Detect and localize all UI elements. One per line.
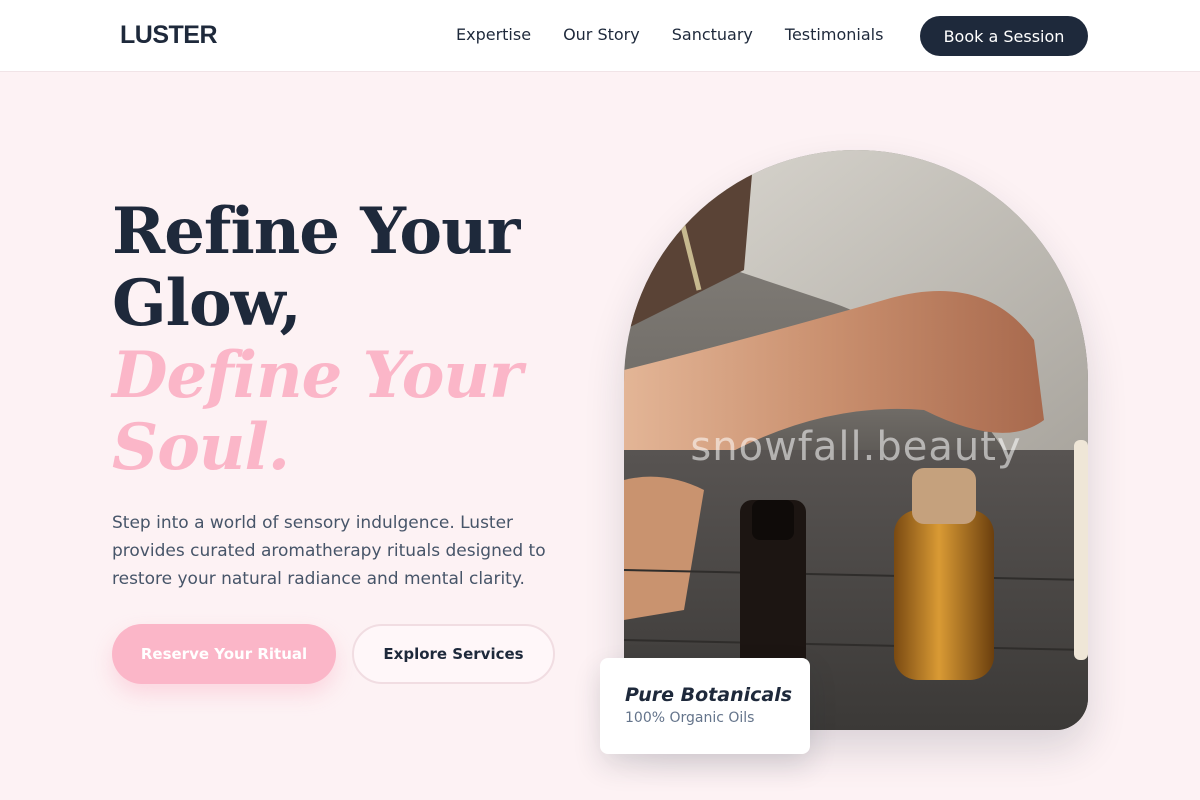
headline-line-2: Glow, (112, 266, 302, 341)
book-session-button[interactable]: Book a Session (920, 16, 1088, 56)
hero-headline: Refine Your Glow, Define Your Soul. (112, 194, 523, 485)
side-jar (1074, 440, 1088, 660)
amber-oil-bottle (894, 510, 994, 680)
hero-description: Step into a world of sensory indulgence.… (112, 513, 546, 589)
badge-subtitle: 100% Organic Oils (625, 710, 755, 726)
botanicals-badge-card: Pure Botanicals 100% Organic Oils (600, 658, 810, 754)
headline-line-1: Refine Your (112, 194, 520, 269)
image-watermark: snowfall.beauty (690, 424, 1022, 470)
headline-accent-line-2: Soul. (112, 410, 290, 485)
cork-stopper (912, 468, 976, 524)
nav-link-testimonials[interactable]: Testimonials (785, 25, 884, 44)
nav-link-expertise[interactable]: Expertise (456, 25, 531, 44)
reserve-ritual-button[interactable]: Reserve Your Ritual (112, 624, 336, 684)
nav-links: Expertise Our Story Sanctuary Testimonia… (456, 25, 883, 44)
dark-bottle-cap (752, 500, 794, 540)
brand-logo[interactable]: LUSTER (120, 21, 218, 50)
badge-title: Pure Botanicals (625, 684, 793, 706)
top-navbar: LUSTER Expertise Our Story Sanctuary Tes… (0, 0, 1200, 72)
nav-link-sanctuary[interactable]: Sanctuary (672, 25, 753, 44)
hero-image-arch: snowfall.beauty (624, 150, 1088, 730)
explore-services-button[interactable]: Explore Services (352, 624, 555, 684)
nav-link-our-story[interactable]: Our Story (563, 25, 640, 44)
headline-accent-line-1: Define Your (112, 338, 523, 413)
